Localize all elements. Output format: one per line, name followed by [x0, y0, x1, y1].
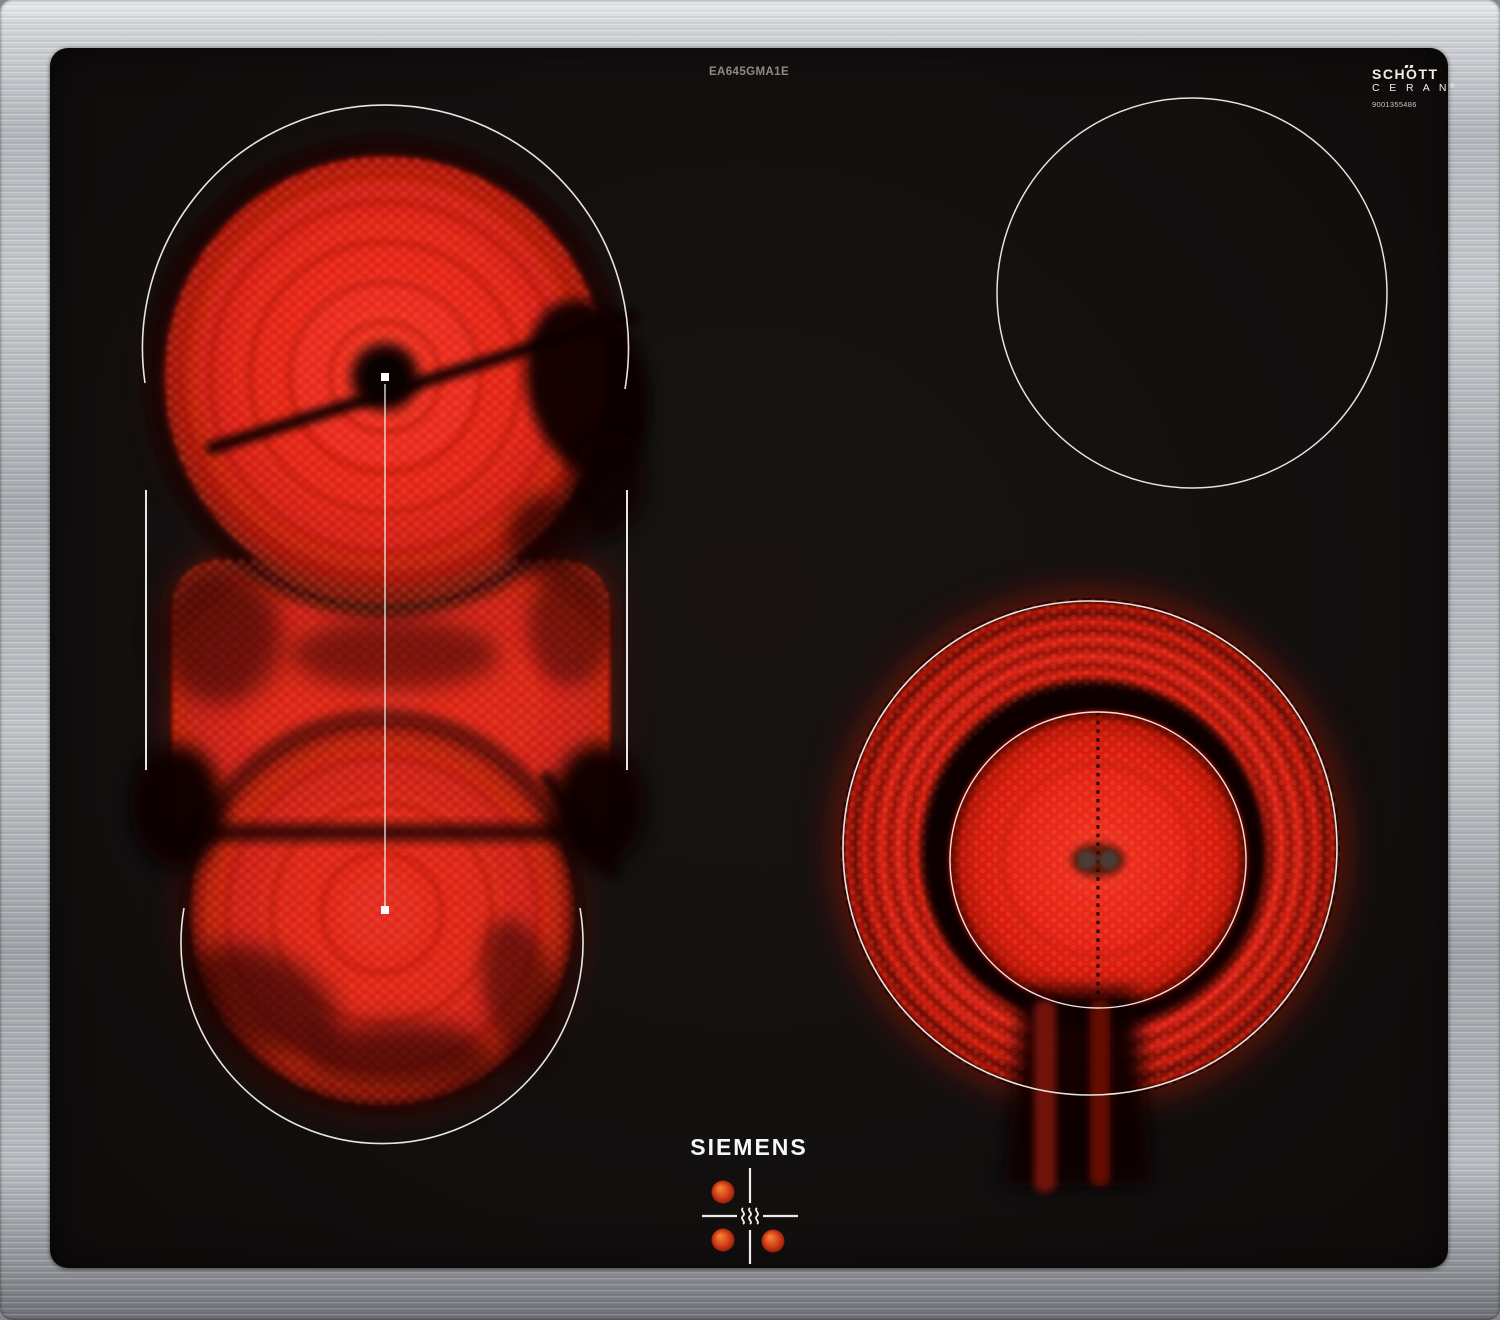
- cooking-zone-front-left: [130, 105, 669, 1144]
- registered-trademark-symbol: ®: [1450, 83, 1455, 90]
- cooktop-graphics: [50, 48, 1448, 1268]
- residual-heat-dot: [712, 1181, 735, 1204]
- ceran-wordmark: C E R A N®: [1372, 83, 1455, 94]
- cooking-zone-front-right: [834, 592, 1346, 1192]
- residual-heat-dot: [762, 1230, 785, 1253]
- residual-heat-dot: [712, 1229, 735, 1252]
- glass-ceramic-surface: EA645GMA1E SCHOTT C E R A N® 9001355486 …: [50, 48, 1448, 1268]
- glass-code: 9001355486: [1372, 101, 1455, 109]
- model-number-label: EA645GMA1E: [50, 66, 1448, 78]
- siemens-logo: SIEMENS: [50, 1134, 1448, 1161]
- residual-heat-indicator: [702, 1168, 798, 1264]
- zone-outline: [997, 98, 1387, 488]
- zone-center-marker: [381, 373, 389, 381]
- schott-ceran-logo: SCHOTT C E R A N® 9001355486: [1372, 67, 1455, 109]
- cooking-zone-rear-right: [997, 98, 1387, 488]
- schott-logo-wordmark: SCHOTT: [1372, 67, 1455, 82]
- product-photo-siemens-hob: EA645GMA1E SCHOTT C E R A N® 9001355486 …: [0, 0, 1500, 1320]
- heat-waves-icon: [742, 1208, 758, 1224]
- zone-center-marker: [381, 906, 389, 914]
